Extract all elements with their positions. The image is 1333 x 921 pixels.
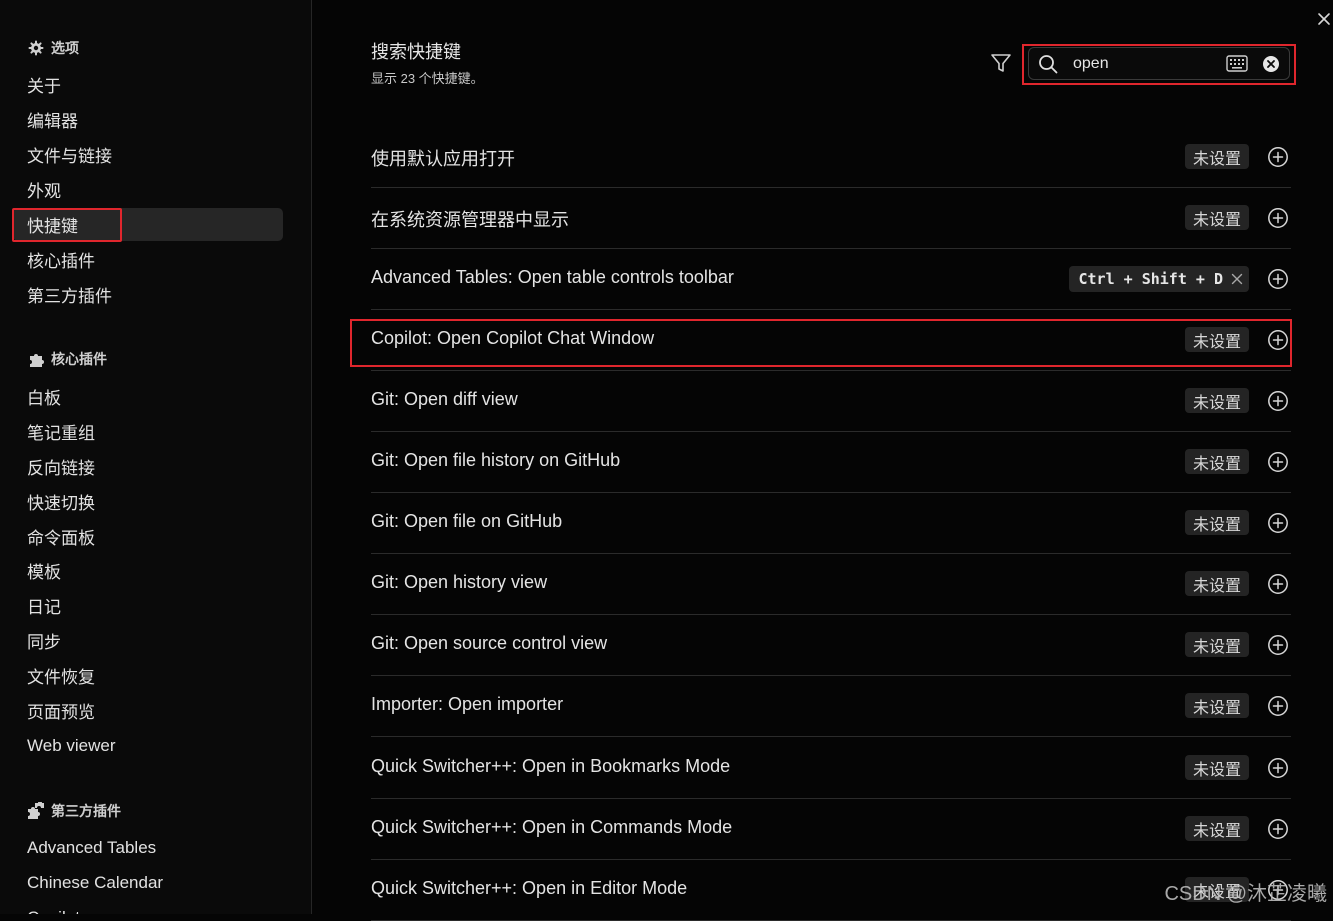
circle-plus-icon[interactable] bbox=[1267, 757, 1289, 779]
sidebar-item-appearance[interactable]: 外观 bbox=[13, 173, 283, 206]
close-icon[interactable] bbox=[1317, 12, 1331, 26]
hotkey-row: Advanced Tables: Open table controls too… bbox=[371, 249, 1291, 310]
settings-sidebar: 选项 关于 编辑器 文件与链接 外观 快捷键 核心插件 第三方插件 核心插件 白… bbox=[0, 0, 312, 914]
hotkey-row: Quick Switcher++: Open in Commands Mode … bbox=[371, 799, 1291, 860]
hotkey-unset-badge: 未设置 bbox=[1184, 755, 1249, 780]
circle-plus-icon[interactable] bbox=[1267, 451, 1289, 473]
hotkey-row: Git: Open file on GitHub 未设置 bbox=[371, 493, 1291, 554]
hotkey-binding: Ctrl + Shift + D bbox=[1068, 266, 1249, 292]
watermark: CSDN @沐芷凌曦 bbox=[1164, 883, 1327, 905]
command-name: Quick Switcher++: Open in Commands Mode bbox=[371, 817, 733, 837]
highlight-box-hotkeys bbox=[12, 208, 122, 242]
hotkey-row: Git: Open history view 未设置 bbox=[371, 554, 1291, 615]
sidebar-item-editor[interactable]: 编辑器 bbox=[13, 103, 283, 136]
hotkey-row: 在系统资源管理器中显示 未设置 bbox=[371, 188, 1291, 249]
sidebar-item-note-composer[interactable]: 笔记重组 bbox=[13, 415, 283, 448]
hotkey-row: Quick Switcher++: Open in Editor Mode 未设… bbox=[371, 860, 1291, 921]
command-name: Git: Open file on GitHub bbox=[371, 511, 563, 531]
sidebar-item-quick-switcher[interactable]: 快速切换 bbox=[13, 485, 283, 518]
circle-plus-icon[interactable] bbox=[1267, 268, 1289, 290]
sidebar-item-advanced-tables[interactable]: Advanced Tables bbox=[13, 831, 283, 864]
sidebar-item-canvas[interactable]: 白板 bbox=[13, 380, 283, 413]
hotkey-row: Git: Open file history on GitHub 未设置 bbox=[371, 432, 1291, 493]
sidebar-item-copilot[interactable]: Copilot bbox=[13, 901, 283, 915]
hotkey-unset-badge: 未设置 bbox=[1184, 510, 1249, 535]
hotkey-unset-badge: 未设置 bbox=[1184, 205, 1249, 230]
hotkey-row: Git: Open source control view 未设置 bbox=[371, 615, 1291, 676]
puzzles-icon bbox=[27, 802, 45, 820]
page-title: 搜索快捷键 bbox=[371, 42, 461, 62]
hotkey-row: Importer: Open importer 未设置 bbox=[371, 676, 1291, 737]
sidebar-item-templates[interactable]: 模板 bbox=[13, 554, 283, 587]
hotkey-combo: Ctrl + Shift + D bbox=[1078, 270, 1224, 288]
search-input[interactable] bbox=[1073, 54, 1218, 74]
circle-x-icon[interactable] bbox=[1262, 55, 1280, 73]
section-header-options: 选项 bbox=[27, 37, 79, 59]
command-name: Importer: Open importer bbox=[371, 694, 564, 714]
sidebar-item-files-links[interactable]: 文件与链接 bbox=[13, 138, 283, 171]
section-header-label: 核心插件 bbox=[51, 351, 107, 367]
hotkey-unset-badge: 未设置 bbox=[1184, 144, 1249, 169]
hotkey-unset-badge: 未设置 bbox=[1184, 632, 1249, 657]
sidebar-item-chinese-calendar[interactable]: Chinese Calendar bbox=[13, 866, 283, 899]
hotkey-unset-badge: 未设置 bbox=[1184, 693, 1249, 718]
circle-plus-icon[interactable] bbox=[1267, 390, 1289, 412]
hotkey-unset-badge: 未设置 bbox=[1184, 449, 1249, 474]
circle-plus-icon[interactable] bbox=[1267, 207, 1289, 229]
hotkey-row: Quick Switcher++: Open in Bookmarks Mode… bbox=[371, 738, 1291, 799]
puzzle-icon bbox=[27, 350, 45, 368]
hotkey-row: 使用默认应用打开 未设置 bbox=[371, 127, 1291, 188]
hotkey-unset-badge: 未设置 bbox=[1184, 816, 1249, 841]
circle-plus-icon[interactable] bbox=[1267, 146, 1289, 168]
command-name: Git: Open diff view bbox=[371, 389, 518, 409]
hotkey-unset-badge: 未设置 bbox=[1184, 388, 1249, 413]
command-name: Quick Switcher++: Open in Editor Mode bbox=[371, 878, 688, 898]
search-icon bbox=[1039, 55, 1058, 74]
command-name: Advanced Tables: Open table controls too… bbox=[371, 267, 734, 287]
sidebar-item-about[interactable]: 关于 bbox=[13, 68, 283, 101]
hotkey-search-box[interactable] bbox=[1028, 47, 1290, 80]
section-header-label: 选项 bbox=[51, 40, 79, 56]
hotkey-count: 显示 23 个快捷键。 bbox=[371, 71, 484, 86]
section-header-community-plugins: 第三方插件 bbox=[27, 800, 121, 822]
hotkeys-panel: 搜索快捷键 显示 23 个快捷键。 使用默认应用打开 未设置 在系统资源管理器中… bbox=[312, 0, 1333, 921]
sidebar-item-file-recovery[interactable]: 文件恢复 bbox=[13, 659, 283, 692]
sidebar-item-page-preview[interactable]: 页面预览 bbox=[13, 694, 283, 727]
sidebar-item-sync[interactable]: 同步 bbox=[13, 624, 283, 657]
hotkey-unset-badge: 未设置 bbox=[1184, 571, 1249, 596]
sidebar-item-web-viewer[interactable]: Web viewer bbox=[13, 729, 283, 762]
circle-plus-icon[interactable] bbox=[1267, 634, 1289, 656]
filter-icon[interactable] bbox=[990, 52, 1012, 74]
circle-plus-icon[interactable] bbox=[1267, 512, 1289, 534]
command-name: Git: Open history view bbox=[371, 572, 548, 592]
gear-icon bbox=[27, 39, 45, 57]
x-icon[interactable] bbox=[1231, 273, 1243, 285]
sidebar-item-daily-notes[interactable]: 日记 bbox=[13, 589, 283, 622]
sidebar-item-command-palette[interactable]: 命令面板 bbox=[13, 520, 283, 553]
command-name: 使用默认应用打开 bbox=[371, 149, 515, 169]
command-name: Quick Switcher++: Open in Bookmarks Mode bbox=[371, 756, 731, 776]
command-name: Git: Open file history on GitHub bbox=[371, 450, 621, 470]
hotkey-row: Git: Open diff view 未设置 bbox=[371, 371, 1291, 432]
section-header-label: 第三方插件 bbox=[51, 803, 121, 819]
sidebar-item-core-plugins[interactable]: 核心插件 bbox=[13, 243, 283, 276]
section-header-core-plugins: 核心插件 bbox=[27, 348, 107, 370]
circle-plus-icon[interactable] bbox=[1267, 818, 1289, 840]
highlight-box-copilot-row bbox=[350, 319, 1292, 367]
sidebar-item-backlinks[interactable]: 反向链接 bbox=[13, 450, 283, 483]
keyboard-icon[interactable] bbox=[1226, 55, 1248, 72]
command-name: Git: Open source control view bbox=[371, 633, 608, 653]
circle-plus-icon[interactable] bbox=[1267, 573, 1289, 595]
sidebar-item-community-plugins[interactable]: 第三方插件 bbox=[13, 278, 283, 311]
circle-plus-icon[interactable] bbox=[1267, 695, 1289, 717]
command-name: 在系统资源管理器中显示 bbox=[371, 210, 569, 230]
